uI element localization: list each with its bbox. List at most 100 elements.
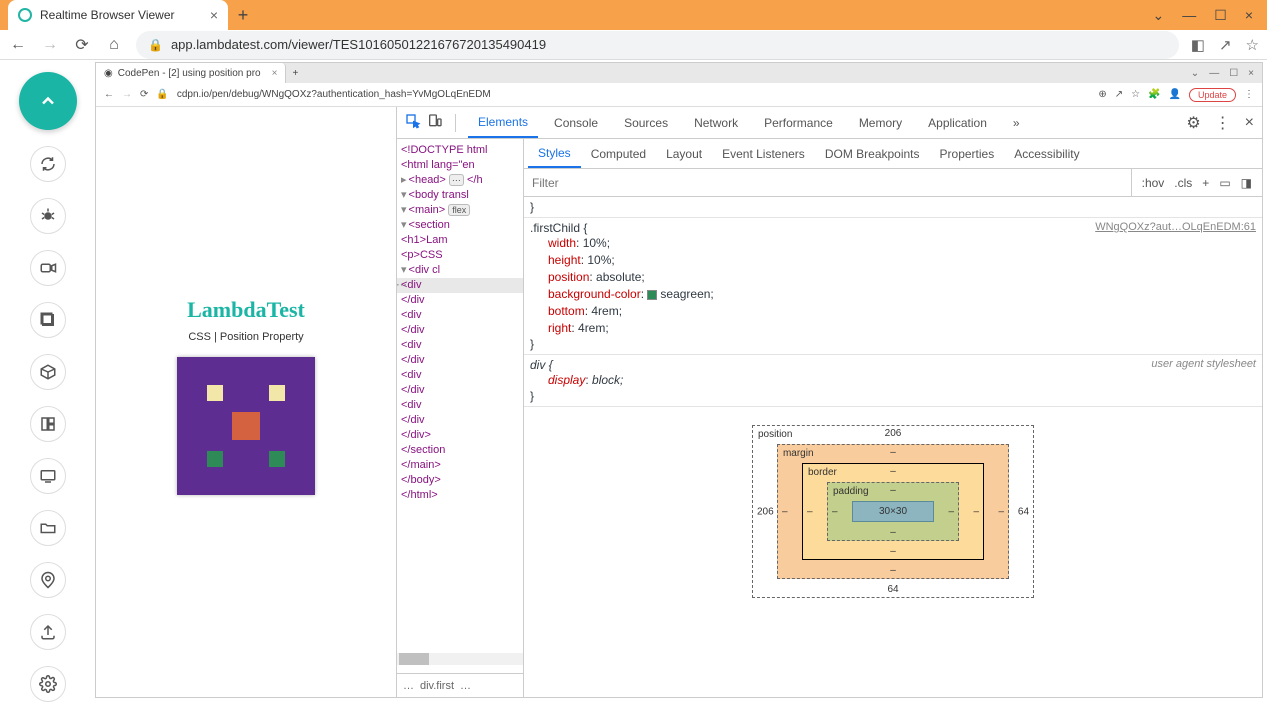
cube-icon[interactable]	[30, 354, 66, 390]
gear-icon[interactable]	[30, 666, 66, 702]
home-icon[interactable]: ⌂	[104, 35, 124, 55]
zoom-icon[interactable]: ⊕	[1098, 89, 1106, 100]
styles-tab-styles[interactable]: Styles	[528, 139, 581, 168]
back-icon[interactable]: ←	[104, 89, 114, 100]
star-icon[interactable]: ☆	[1246, 36, 1259, 54]
new-style-icon[interactable]: +	[1202, 176, 1209, 190]
inner-tab-active[interactable]: ◉ CodePen - [2] using position pro ×	[96, 63, 286, 83]
video-icon[interactable]	[30, 250, 66, 286]
upload-icon[interactable]	[30, 614, 66, 650]
tab-sources[interactable]: Sources	[614, 107, 678, 138]
chevron-down-icon[interactable]: ⌄	[1153, 7, 1165, 24]
collapse-button[interactable]	[19, 72, 77, 130]
close-icon[interactable]: ×	[1248, 68, 1254, 79]
tab-console[interactable]: Console	[544, 107, 608, 138]
menu-icon[interactable]: ⋮	[1244, 89, 1254, 100]
page-preview: LambdaTest CSS | Position Property	[96, 107, 396, 697]
element-picker-icon[interactable]	[405, 113, 421, 132]
styles-tab-a11y[interactable]: Accessibility	[1004, 139, 1089, 168]
tab-performance[interactable]: Performance	[754, 107, 843, 138]
prop-value[interactable]: absolute;	[596, 270, 645, 284]
monitor-icon[interactable]	[30, 458, 66, 494]
reload-icon[interactable]: ⟳	[140, 89, 148, 100]
extension-icon[interactable]: 🧩	[1148, 89, 1160, 100]
flex-badge[interactable]: flex	[448, 204, 470, 216]
tab-elements[interactable]: Elements	[468, 107, 538, 138]
tab-application[interactable]: Application	[918, 107, 997, 138]
bm-top: –	[890, 447, 896, 458]
tab-network[interactable]: Network	[684, 107, 748, 138]
extension-icon[interactable]: ◧	[1191, 36, 1205, 54]
prop-value[interactable]: 4rem;	[578, 321, 609, 335]
layout-icon[interactable]	[30, 406, 66, 442]
close-icon[interactable]: ×	[272, 68, 278, 79]
inner-window-controls: ⌄ ― ☐ ×	[1191, 68, 1262, 79]
share-icon[interactable]: ↗	[1115, 89, 1123, 100]
sidebar-toggle-icon[interactable]: ◨	[1241, 176, 1252, 190]
prop-value[interactable]: 10%;	[583, 236, 610, 250]
inner-url-text[interactable]: cdpn.io/pen/debug/WNgQOXz?authentication…	[177, 89, 1090, 100]
new-tab-button[interactable]: +	[228, 0, 258, 30]
maximize-icon[interactable]: ☐	[1214, 7, 1227, 24]
folder-icon[interactable]	[30, 510, 66, 546]
prop-name[interactable]: position	[548, 270, 589, 284]
breadcrumb[interactable]: … div.first …	[397, 673, 523, 697]
filter-input[interactable]	[524, 169, 1131, 196]
inner-tab-bar: ◉ CodePen - [2] using position pro × + ⌄…	[96, 63, 1262, 83]
reload-icon[interactable]: ⟳	[72, 35, 92, 55]
cls-button[interactable]: .cls	[1174, 176, 1192, 190]
prop-value[interactable]: seagreen;	[660, 287, 713, 301]
bug-icon[interactable]	[30, 198, 66, 234]
color-swatch[interactable]	[647, 290, 657, 300]
update-button[interactable]: Update	[1189, 88, 1236, 102]
crumb-path[interactable]: div.first	[420, 680, 454, 692]
inner-new-tab[interactable]: +	[286, 68, 304, 79]
forward-icon[interactable]: →	[122, 89, 132, 100]
close-icon[interactable]: ×	[210, 7, 218, 23]
maximize-icon[interactable]: ☐	[1229, 68, 1238, 79]
prop-value[interactable]: 10%;	[587, 253, 614, 267]
outer-url-bar[interactable]: 🔒 app.lambdatest.com/viewer/TES101605012…	[136, 31, 1179, 59]
share-icon[interactable]: ↗	[1219, 36, 1232, 54]
star-icon[interactable]: ☆	[1131, 89, 1140, 100]
device-toggle-icon[interactable]	[427, 113, 443, 132]
minimize-icon[interactable]: ―	[1182, 7, 1196, 23]
prop-name[interactable]: width	[548, 236, 576, 250]
minimize-icon[interactable]: ―	[1209, 68, 1219, 79]
kebab-icon[interactable]: ⋮	[1215, 113, 1231, 133]
gear-icon[interactable]: ⚙	[1186, 113, 1200, 133]
close-window-icon[interactable]: ×	[1245, 7, 1253, 23]
dots-badge: ⋯	[449, 174, 464, 186]
prop-name[interactable]: background-color	[548, 287, 641, 301]
prop-name[interactable]: right	[548, 321, 571, 335]
tab-overflow[interactable]: »	[1003, 107, 1030, 138]
dom-html: <html lang="en	[401, 159, 475, 171]
prop-name[interactable]: bottom	[548, 304, 585, 318]
outer-tab-active[interactable]: Realtime Browser Viewer ×	[8, 0, 228, 30]
computed-toggle-icon[interactable]: ▭	[1219, 176, 1230, 190]
avatar-icon[interactable]: 👤	[1169, 89, 1181, 100]
hov-button[interactable]: :hov	[1142, 176, 1165, 190]
dom-head-close: </h	[467, 174, 483, 186]
styles-tab-layout[interactable]: Layout	[656, 139, 712, 168]
styles-tab-events[interactable]: Event Listeners	[712, 139, 815, 168]
forward-icon[interactable]: →	[40, 35, 60, 55]
back-icon[interactable]: ←	[8, 35, 28, 55]
elements-tree[interactable]: <!DOCTYPE html <html lang="en ▸<head> ⋯ …	[397, 139, 524, 697]
square-bottom-left	[207, 451, 223, 467]
rule-source-link[interactable]: WNgQOXz?aut…OLqEnEDM:61	[1095, 221, 1256, 233]
location-icon[interactable]	[30, 562, 66, 598]
gallery-icon[interactable]	[30, 302, 66, 338]
prop-value[interactable]: 4rem;	[591, 304, 622, 318]
styles-tab-properties[interactable]: Properties	[930, 139, 1005, 168]
rule-close-brace: }	[530, 200, 1256, 214]
chevron-down-icon[interactable]: ⌄	[1191, 68, 1199, 79]
horizontal-scrollbar[interactable]	[397, 653, 523, 665]
prop-name[interactable]: height	[548, 253, 581, 267]
style-rules[interactable]: } WNgQOXz?aut…OLqEnEDM:61 .firstChild { …	[524, 197, 1262, 606]
tab-memory[interactable]: Memory	[849, 107, 912, 138]
switch-icon[interactable]	[30, 146, 66, 182]
close-icon[interactable]: ×	[1245, 114, 1254, 132]
styles-tab-computed[interactable]: Computed	[581, 139, 656, 168]
styles-tab-dom-bp[interactable]: DOM Breakpoints	[815, 139, 930, 168]
